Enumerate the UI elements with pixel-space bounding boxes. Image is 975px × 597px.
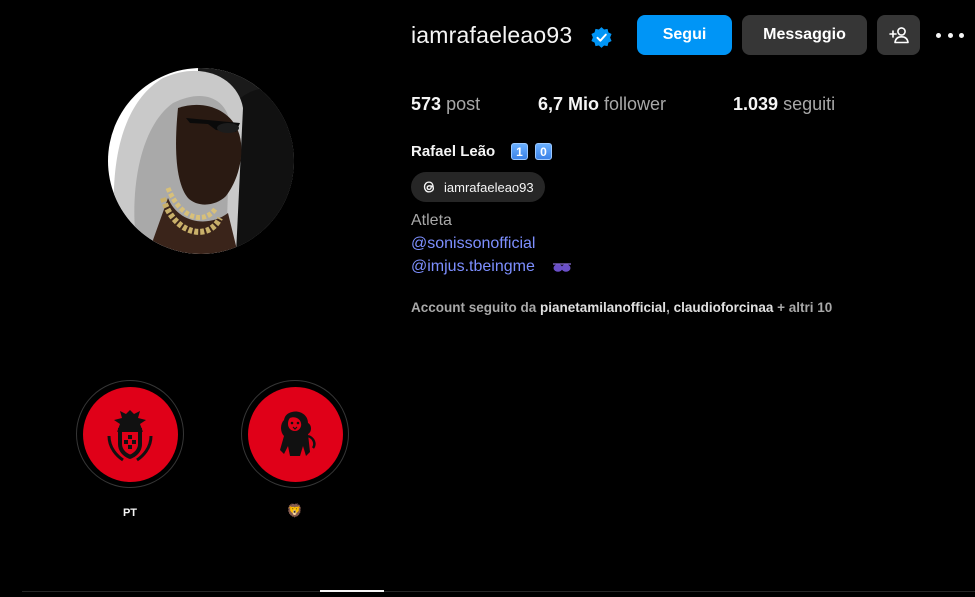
verified-badge-icon (591, 27, 612, 48)
tab-posts-active-indicator[interactable] (320, 590, 384, 592)
followed-by-text[interactable]: Account seguito da pianetamilanofficial,… (411, 300, 832, 315)
more-options-icon[interactable] (933, 25, 967, 45)
profile-full-name: Rafael Leão (411, 143, 496, 160)
story-highlight-lion[interactable] (241, 380, 349, 488)
threads-link-badge[interactable]: iamrafaeleao93 (411, 172, 545, 202)
tab-bar-divider (22, 591, 975, 592)
highlight-label: PT (122, 507, 138, 519)
avatar-image (108, 68, 294, 254)
bio-mention-link[interactable]: @imjus.tbeingme (411, 258, 535, 276)
suggested-accounts-button[interactable] (877, 15, 920, 55)
profile-category: Atleta (411, 212, 452, 229)
followers-count[interactable]: 6,7 Mio follower (538, 94, 666, 115)
story-highlight-pt[interactable] (76, 380, 184, 488)
profile-avatar[interactable] (108, 68, 294, 254)
threads-icon (423, 181, 435, 193)
threads-handle: iamrafaeleao93 (444, 179, 534, 195)
highlight-label: 🦁 (286, 503, 304, 518)
portugal-crest-icon (107, 410, 153, 462)
lion-icon (280, 411, 316, 456)
following-count[interactable]: 1.039 seguiti (733, 94, 835, 115)
add-user-icon (888, 27, 909, 44)
sunglasses-emoji-icon (553, 263, 571, 272)
bio-mention-link[interactable]: @sonissonofficial (411, 235, 535, 253)
keycap-one-emoji: 1 (511, 143, 528, 160)
follow-button[interactable]: Segui (637, 15, 732, 55)
profile-username: iamrafaeleao93 (411, 22, 573, 48)
message-button[interactable]: Messaggio (742, 15, 867, 55)
keycap-zero-emoji: 0 (535, 143, 552, 160)
posts-count: 573 post (411, 94, 481, 114)
